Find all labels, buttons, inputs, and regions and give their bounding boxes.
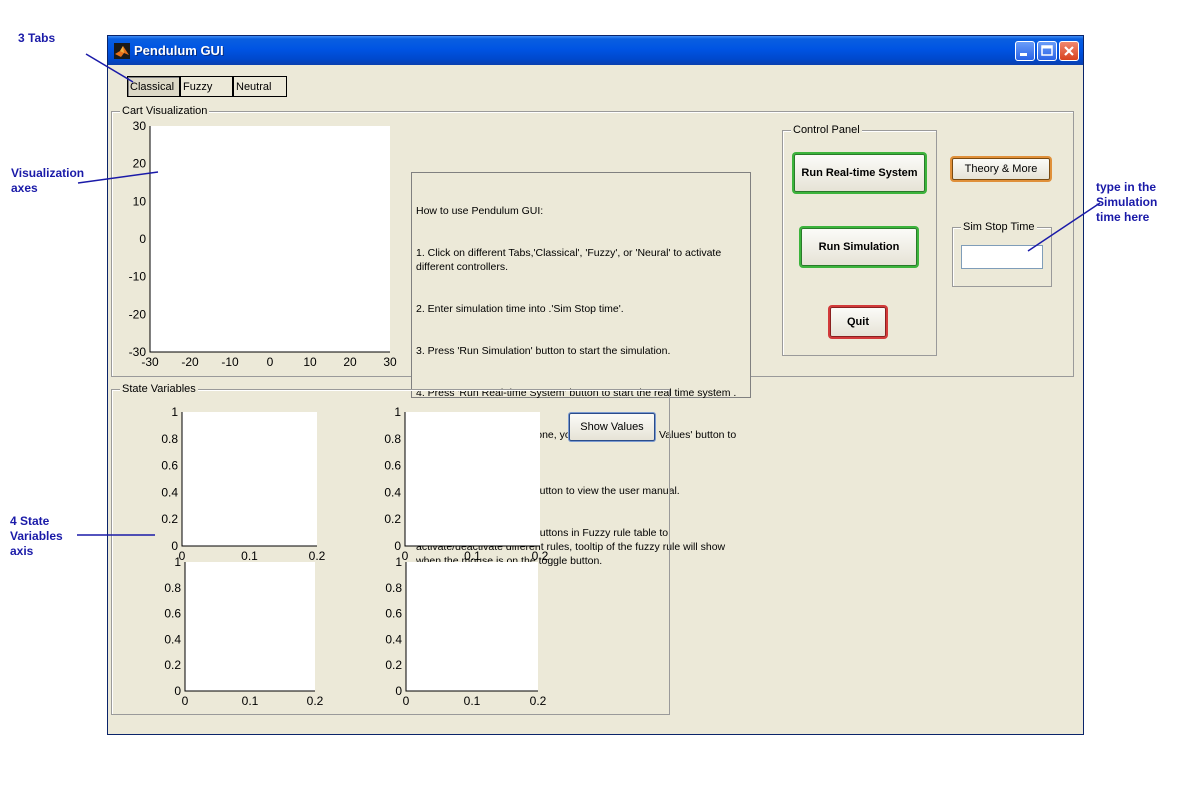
instruction-line-3: 3. Press 'Run Simulation' button to star…	[416, 345, 671, 357]
state-3-y-tick-label: 0.2	[164, 658, 181, 672]
cart-x-tick-label: 20	[343, 355, 357, 369]
state-3-y-tick-label: 0.8	[164, 581, 181, 595]
state-1-y-tick-label: 0	[171, 539, 178, 553]
state-2-y-tick-label: 0.6	[384, 459, 401, 473]
state-variables-title: State Variables	[120, 383, 198, 396]
state-axes-3[interactable]: 0 0.1 0.2 1 0.8 0.6 0.4 0.2 0	[164, 555, 323, 708]
state-2-x-tick-label: 0	[402, 549, 409, 563]
state-4-x-tick-label: 0	[403, 694, 410, 708]
state-2-y-tick-label: 0.4	[384, 485, 401, 499]
cart-y-tick-label: -30	[129, 345, 147, 359]
state-2-y-tick-label: 1	[394, 405, 401, 419]
control-panel: Control Panel Run Real-time System Run S…	[782, 124, 937, 356]
state-2-y-tick-label: 0	[394, 539, 401, 553]
cart-x-tick-label: 10	[303, 355, 317, 369]
run-realtime-button[interactable]: Run Real-time System	[794, 154, 925, 192]
state-3-x-tick-label: 0.1	[242, 694, 259, 708]
cart-visualization-panel: Cart Visualization -30 -20 -10 0 10 20 30 30 20 1…	[111, 105, 1074, 567]
maximize-icon	[1041, 45, 1053, 56]
run-simulation-button[interactable]: Run Simulation	[801, 228, 917, 266]
state-4-plot-area	[406, 562, 538, 691]
state-4-y-tick-label: 0.6	[385, 607, 402, 621]
cart-x-tick-label: -10	[221, 355, 239, 369]
state-4-x-tick-label: 0.2	[530, 694, 547, 708]
state-3-x-tick-label: 0.2	[307, 694, 324, 708]
window-client-area: Classical Fuzzy Neutral Cart Visualizati…	[111, 65, 1080, 731]
state-4-y-tick-label: 0.2	[385, 658, 402, 672]
state-1-y-tick-label: 0.6	[161, 459, 178, 473]
state-2-x-tick-label: 0.1	[464, 549, 481, 563]
annotation-sim-time: type in the Simulation time here	[1096, 180, 1158, 224]
state-axes-1[interactable]: 0 0.1 0.2 1 0.8 0.6 0.4 0.2 0	[161, 405, 325, 563]
title-bar[interactable]: Pendulum GUI	[108, 36, 1083, 65]
annotation-state-vars: 4 State Variables axis	[10, 514, 63, 558]
close-icon	[1064, 46, 1074, 56]
state-1-y-tick-label: 0.2	[161, 512, 178, 526]
control-panel-title: Control Panel	[791, 124, 862, 137]
theory-more-button[interactable]: Theory & More	[952, 158, 1050, 180]
pendulum-window: Pendulum GUI Classical Fuzzy Neutral Car…	[107, 35, 1084, 735]
minimize-button[interactable]	[1015, 41, 1035, 61]
annotation-visualization: Visualization axes	[11, 166, 85, 195]
state-variables-panel: State Variables 0 0.1 0.2 1 0.8 0.6 0.4 0.2 0 00…	[111, 383, 670, 715]
state-1-y-tick-label: 0.4	[161, 485, 178, 499]
state-3-y-tick-label: 0	[174, 684, 181, 698]
annotation-tabs: 3 Tabs	[18, 31, 56, 45]
state-4-y-tick-label: 1	[395, 555, 402, 569]
instruction-line-2: 2. Enter simulation time into .'Sim Stop…	[416, 303, 624, 315]
state-4-y-tick-label: 0.8	[385, 581, 402, 595]
state-2-plot-area	[405, 412, 540, 546]
cart-x-tick-label: 0	[267, 355, 274, 369]
state-3-x-tick-label: 0	[182, 694, 189, 708]
state-axes-2[interactable]: 0 0.1 0.2 1 0.8 0.6 0.4 0.2 0	[384, 405, 548, 563]
cart-y-tick-label: 20	[133, 157, 147, 171]
state-1-y-tick-label: 0.8	[161, 432, 178, 446]
state-2-y-tick-label: 0.2	[384, 512, 401, 526]
cart-plot-area	[150, 126, 390, 352]
tab-classical[interactable]: Classical	[127, 76, 180, 97]
state-2-x-tick-label: 0.2	[532, 549, 549, 563]
cart-y-tick-label: -10	[129, 270, 147, 284]
state-3-plot-area	[185, 562, 315, 691]
sim-stop-time-input[interactable]	[961, 245, 1043, 269]
sim-stop-time-title: Sim Stop Time	[961, 221, 1037, 234]
matlab-logo-icon	[114, 43, 130, 59]
close-button[interactable]	[1059, 41, 1079, 61]
maximize-button[interactable]	[1037, 41, 1057, 61]
state-axes-4[interactable]: 0 0.1 0.2 1 0.8 0.6 0.4 0.2 0	[385, 555, 546, 708]
cart-y-tick-label: 0	[139, 232, 146, 246]
state-3-y-tick-label: 1	[174, 555, 181, 569]
show-values-button[interactable]: Show Values	[569, 413, 655, 441]
quit-button[interactable]: Quit	[830, 307, 886, 337]
state-4-y-tick-label: 0	[395, 684, 402, 698]
cart-y-tick-label: -20	[129, 307, 147, 321]
state-2-y-tick-label: 0.8	[384, 432, 401, 446]
window-title: Pendulum GUI	[134, 43, 224, 58]
cart-x-tick-label: -20	[181, 355, 199, 369]
tab-fuzzy[interactable]: Fuzzy	[180, 76, 233, 97]
minimize-icon	[1020, 53, 1027, 56]
cart-visualization-axes[interactable]: -30 -20 -10 0 10 20 30 30 20 10 0 -10 -20 -30	[129, 119, 397, 369]
instructions-heading: How to use Pendulum GUI:	[416, 205, 544, 217]
cart-visualization-title: Cart Visualization	[120, 105, 210, 118]
state-1-y-tick-label: 1	[171, 405, 178, 419]
tab-neural[interactable]: Neutral	[233, 76, 287, 97]
state-1-plot-area	[182, 412, 317, 546]
state-1-x-tick-label: 0.2	[309, 549, 326, 563]
cart-y-tick-label: 30	[133, 119, 147, 133]
state-4-y-tick-label: 0.4	[385, 632, 402, 646]
instruction-line-1: 1. Click on different Tabs,'Classical', …	[416, 247, 725, 273]
cart-x-tick-label: 30	[383, 355, 397, 369]
state-3-y-tick-label: 0.4	[164, 632, 181, 646]
state-1-x-tick-label: 0.1	[241, 549, 258, 563]
state-3-y-tick-label: 0.6	[164, 607, 181, 621]
state-4-x-tick-label: 0.1	[464, 694, 481, 708]
instructions-box: How to use Pendulum GUI: 1. Click on dif…	[411, 172, 751, 567]
cart-y-tick-label: 10	[133, 194, 147, 208]
